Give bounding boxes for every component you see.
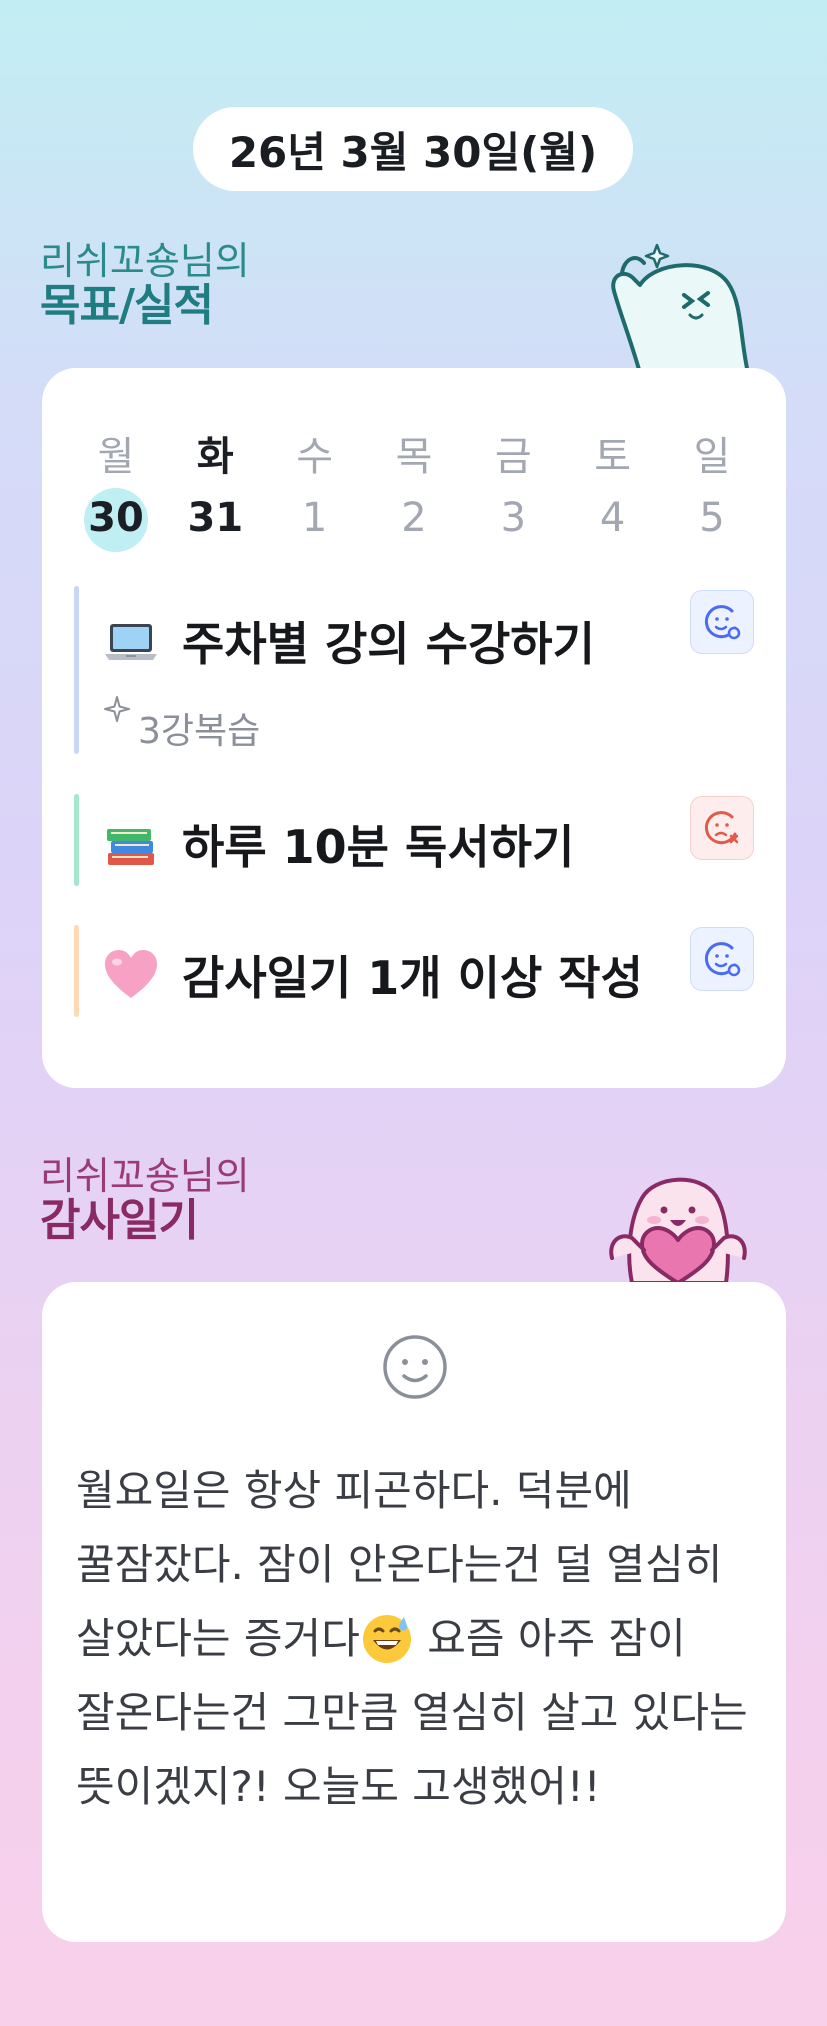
goal-title: 주차별 강의 수강하기 xyxy=(182,617,595,671)
ghost-mascot-icon xyxy=(611,243,750,373)
smile-check-icon xyxy=(704,942,741,977)
week-day-sat[interactable]: 토 4 xyxy=(577,428,649,550)
day-name: 목 xyxy=(395,434,433,480)
grinning-sweat-emoji-icon xyxy=(362,1615,411,1663)
diary-entry-text: 월요일은 항상 피곤하다. 덕분에 꿀잠잤다. 잠이 안온다는건 덜 열심히 살… xyxy=(76,1454,766,1824)
date-pill[interactable]: 26년 3월 30일(월) xyxy=(193,107,633,191)
goal-status-achieved-icon[interactable] xyxy=(690,927,754,991)
sparkle-icon xyxy=(104,696,130,722)
books-icon xyxy=(107,829,154,865)
goal-color-bar xyxy=(74,586,79,754)
day-name: 일 xyxy=(693,434,731,480)
day-name: 수 xyxy=(296,434,334,480)
day-name: 금 xyxy=(494,434,532,480)
goal-title: 감사일기 1개 이상 작성 xyxy=(182,951,643,1005)
goals-title: 목표/실적 xyxy=(40,280,214,331)
day-number: 31 xyxy=(187,495,244,541)
day-name: 토 xyxy=(594,434,632,480)
gratitude-diary-card: 월요일은 항상 피곤하다. 덕분에 꿀잠잤다. 잠이 안온다는건 덜 열심히 살… xyxy=(42,1282,786,1942)
week-day-tue[interactable]: 화 31 xyxy=(179,428,251,550)
goal-color-bar xyxy=(74,925,79,1017)
pink-heart-icon xyxy=(105,950,157,998)
gratitude-owner-line: 리쉬꼬숑님의 xyxy=(40,1154,250,1198)
goal-note: 3강복습 xyxy=(102,696,261,754)
goal-title: 하루 10분 독서하기 xyxy=(182,820,575,874)
goal-status-missed-icon[interactable] xyxy=(690,796,754,860)
goal-item-reading[interactable]: 하루 10분 독서하기 xyxy=(74,794,754,886)
day-number: 4 xyxy=(599,495,626,541)
week-strip: 월 30 화 31 수 1 목 2 금 3 토 4 일 5 xyxy=(80,428,748,552)
week-day-fri[interactable]: 금 3 xyxy=(477,428,549,550)
week-day-sun[interactable]: 일 5 xyxy=(676,428,748,550)
goal-note-text: 3강복습 xyxy=(138,711,261,752)
week-day-mon[interactable]: 월 30 xyxy=(80,428,152,552)
day-number: 30 xyxy=(88,495,144,541)
goal-title-row: 주차별 강의 수강하기 xyxy=(102,608,595,674)
day-number: 3 xyxy=(500,495,527,541)
smile-check-icon xyxy=(704,605,741,640)
goal-status-achieved-icon[interactable] xyxy=(690,590,754,654)
date-label: 26년 3월 30일(월) xyxy=(228,127,598,177)
goal-item-gratitude[interactable]: 감사일기 1개 이상 작성 xyxy=(74,925,754,1017)
sad-x-icon xyxy=(704,811,739,845)
week-day-thu[interactable]: 목 2 xyxy=(378,428,450,550)
goals-heading: 리쉬꼬숑님의 목표/실적 xyxy=(40,240,250,330)
goal-color-bar xyxy=(74,794,79,886)
laptop-icon xyxy=(105,624,157,660)
goal-title-row: 감사일기 1개 이상 작성 xyxy=(102,942,643,1008)
week-day-wed[interactable]: 수 1 xyxy=(279,428,351,550)
goal-title-row: 하루 10분 독서하기 xyxy=(102,811,574,877)
day-name: 화 xyxy=(196,434,234,480)
day-number: 5 xyxy=(699,495,725,541)
pink-heart-mascot-icon xyxy=(609,1177,747,1283)
smile-face-icon[interactable] xyxy=(382,1334,448,1400)
gratitude-heading: 리쉬꼬숑님의 감사일기 xyxy=(40,1155,250,1245)
day-number: 1 xyxy=(301,495,328,541)
gratitude-title: 감사일기 xyxy=(40,1195,199,1246)
goal-item-lecture[interactable]: 주차별 강의 수강하기 3강복습 xyxy=(74,586,754,754)
day-number: 2 xyxy=(401,495,427,541)
goals-card: 월 30 화 31 수 1 목 2 금 3 토 4 일 5 주차별 강의 수강하… xyxy=(42,368,786,1088)
goals-owner-line: 리쉬꼬숑님의 xyxy=(40,239,250,283)
day-name: 월 xyxy=(97,434,135,480)
